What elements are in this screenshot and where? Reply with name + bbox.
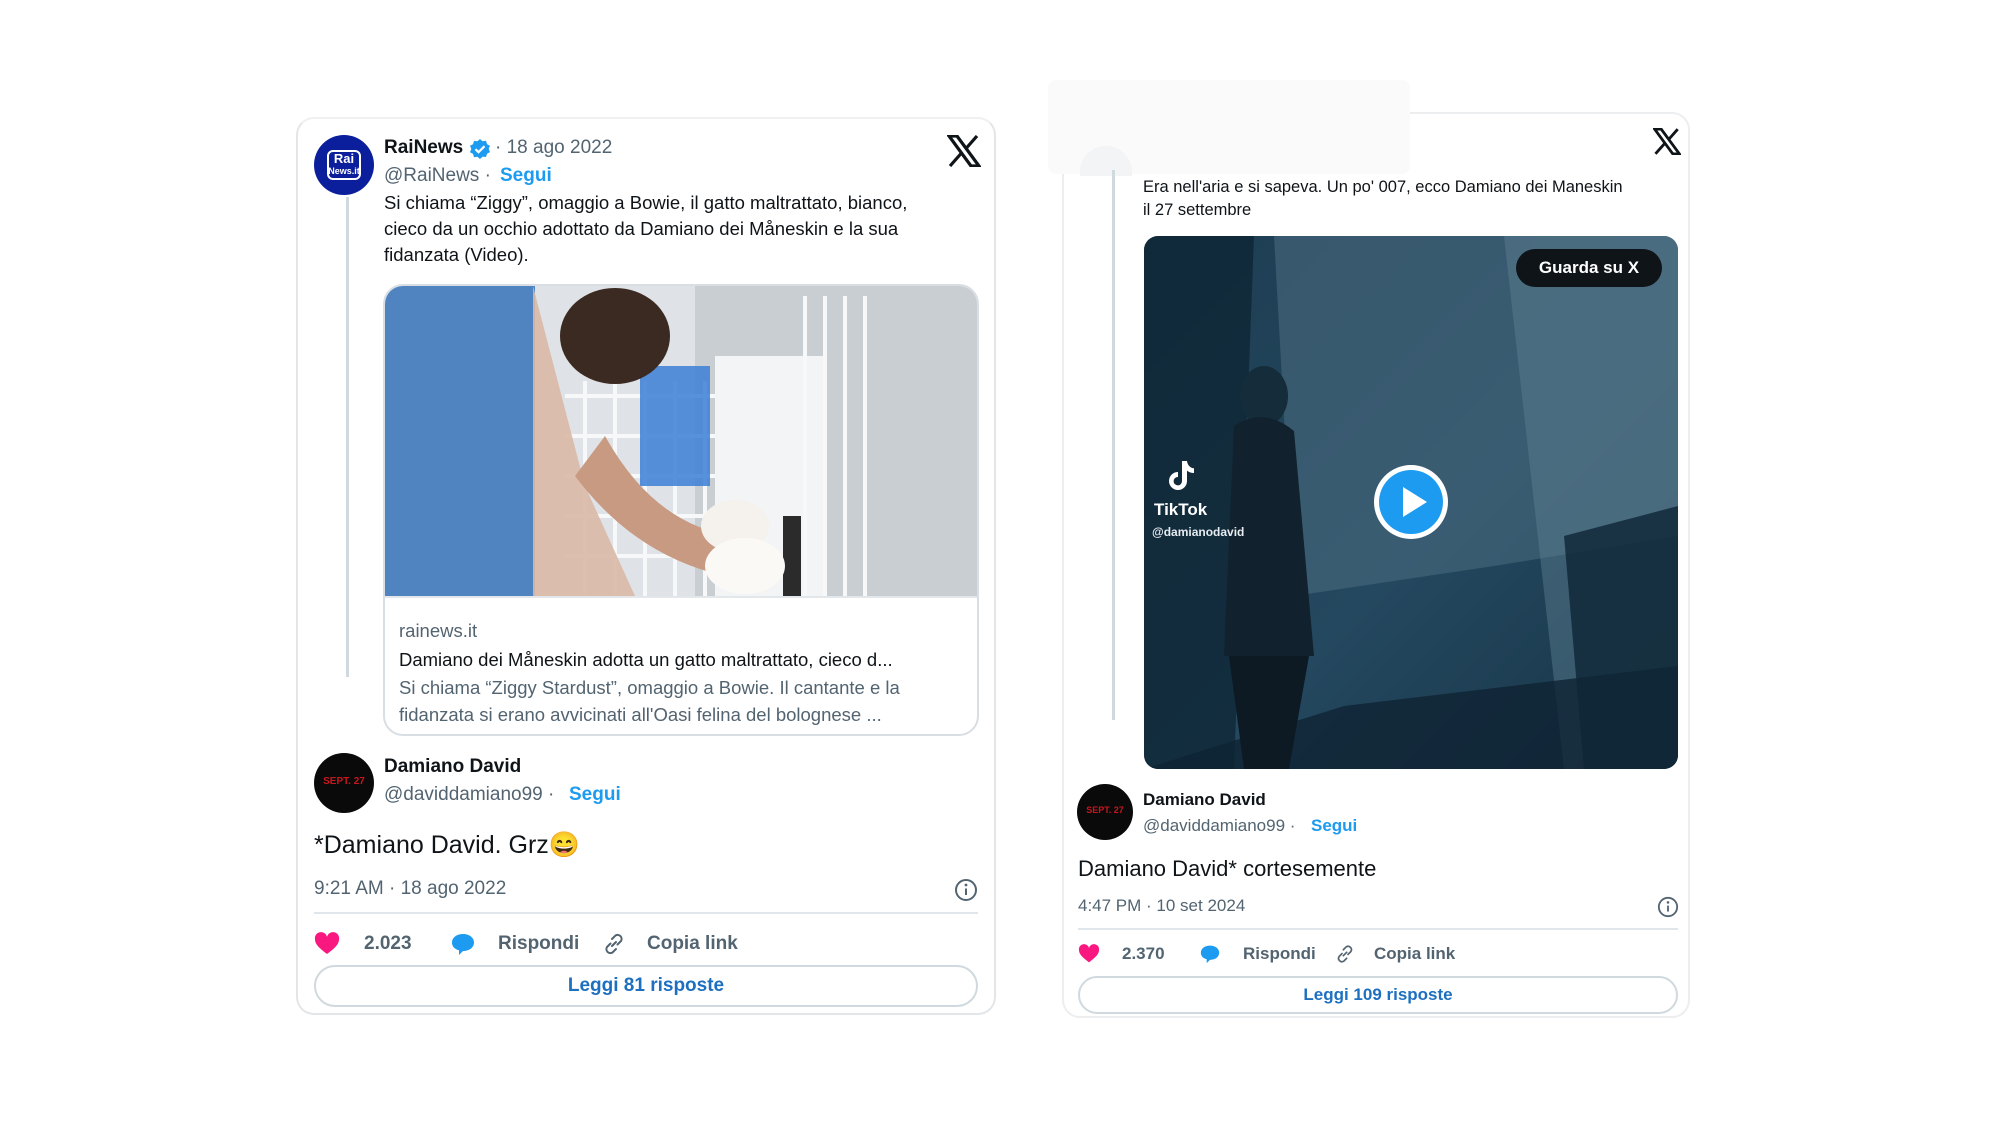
link-preview-card[interactable]: rainews.it Damiano dei Måneskin adotta u… bbox=[383, 284, 979, 736]
link-chain-icon bbox=[605, 933, 623, 955]
heart-icon bbox=[1078, 944, 1100, 963]
tiktok-handle: @damianodavid bbox=[1152, 525, 1245, 539]
quoted-text-line-2: il 27 settembre bbox=[1143, 201, 1252, 219]
author-name[interactable]: Damiano David bbox=[384, 756, 521, 778]
quoted-text-line-3: fidanzata (Video). bbox=[384, 244, 529, 265]
heart-icon bbox=[314, 932, 340, 954]
play-button-icon[interactable] bbox=[1372, 463, 1450, 541]
tweet-embed-card-1: Rai News.it RaiNews · 18 ago 2022 @RaiNe… bbox=[296, 117, 996, 1015]
reply-action[interactable]: Rispondi bbox=[1199, 940, 1316, 968]
damiano-avatar-text: SEPT. 27 bbox=[323, 776, 365, 787]
cat-adoption-photo-illustration bbox=[385, 286, 977, 596]
divider bbox=[314, 912, 978, 914]
quoted-follow-link[interactable]: Segui bbox=[500, 165, 552, 187]
info-icon[interactable] bbox=[954, 878, 978, 902]
quoted-date[interactable]: · 18 ago 2022 bbox=[495, 137, 612, 159]
reply-bubble-icon bbox=[452, 934, 474, 955]
tweet-timestamp[interactable]: 9:21 AM · 18 ago 2022 bbox=[314, 878, 506, 900]
author-handle[interactable]: @daviddamiano99 · bbox=[1143, 816, 1295, 836]
info-icon[interactable] bbox=[1657, 896, 1679, 918]
like-count: 2.370 bbox=[1122, 944, 1165, 963]
link-domain: rainews.it bbox=[399, 620, 478, 641]
reply-label: Rispondi bbox=[498, 933, 580, 954]
quoted-text-line-2: cieco da un occhio adottato da Damiano d… bbox=[384, 218, 899, 239]
link-title: Damiano dei Måneskin adotta un gatto mal… bbox=[399, 649, 893, 670]
watch-on-x-button[interactable]: Guarda su X bbox=[1516, 249, 1662, 287]
quoted-text-line-1: Era nell'aria e si sapeva. Un po' 007, e… bbox=[1143, 178, 1623, 196]
quoted-author-name[interactable]: RaiNews bbox=[384, 137, 463, 159]
tweet-text: *Damiano David. Grz😄 bbox=[314, 831, 580, 859]
link-description-line-2: fidanzata si erano avvicinati all'Oasi f… bbox=[399, 704, 882, 725]
like-action[interactable]: 2.023 bbox=[314, 929, 412, 959]
read-replies-button[interactable]: Leggi 81 risposte bbox=[314, 965, 978, 1007]
link-preview-image bbox=[385, 286, 977, 596]
reply-label: Rispondi bbox=[1243, 944, 1316, 963]
x-logo-icon[interactable] bbox=[947, 135, 981, 167]
damiano-avatar-text: SEPT. 27 bbox=[1086, 805, 1124, 815]
divider bbox=[1078, 928, 1678, 930]
copy-link-action[interactable]: Copia link bbox=[601, 929, 738, 959]
link-chain-icon bbox=[1337, 945, 1353, 963]
thread-line bbox=[1112, 170, 1115, 720]
reply-bubble-icon bbox=[1200, 945, 1220, 964]
damiano-avatar[interactable]: SEPT. 27 bbox=[1077, 784, 1133, 840]
reply-action[interactable]: Rispondi bbox=[450, 929, 579, 959]
link-description-line-1: Si chiama “Ziggy Stardust”, omaggio a Bo… bbox=[399, 677, 900, 698]
verified-badge-icon bbox=[470, 139, 490, 159]
tweet-text: Damiano David* cortesemente bbox=[1078, 856, 1377, 881]
copy-link-label: Copia link bbox=[1374, 944, 1456, 963]
tweet-timestamp[interactable]: 4:47 PM · 10 set 2024 bbox=[1078, 896, 1245, 916]
like-count: 2.023 bbox=[364, 933, 412, 954]
tweet-embed-card-2: Era nell'aria e si sapeva. Un po' 007, e… bbox=[1048, 80, 1690, 1018]
rainews-avatar[interactable]: Rai News.it bbox=[314, 135, 374, 195]
quoted-handle[interactable]: @RaiNews · bbox=[384, 165, 491, 187]
copy-link-label: Copia link bbox=[647, 933, 738, 954]
copy-link-action[interactable]: Copia link bbox=[1334, 940, 1455, 968]
like-action[interactable]: 2.370 bbox=[1078, 940, 1165, 968]
video-player[interactable]: Guarda su X TikTok @damianodavid bbox=[1144, 236, 1678, 769]
tiktok-label: TikTok bbox=[1154, 500, 1208, 519]
thread-line bbox=[346, 197, 349, 677]
author-name[interactable]: Damiano David bbox=[1143, 790, 1266, 810]
rainews-avatar-subtext: News.it bbox=[328, 166, 360, 176]
quoted-text-line-1: Si chiama “Ziggy”, omaggio a Bowie, il g… bbox=[384, 192, 908, 213]
tiktok-logo-icon bbox=[1169, 461, 1194, 490]
rainews-avatar-text: Rai bbox=[333, 151, 355, 166]
follow-link[interactable]: Segui bbox=[1311, 816, 1357, 836]
follow-link[interactable]: Segui bbox=[569, 784, 621, 806]
author-handle[interactable]: @daviddamiano99 · bbox=[384, 784, 554, 806]
read-replies-button[interactable]: Leggi 109 risposte bbox=[1078, 976, 1678, 1014]
damiano-avatar[interactable]: SEPT. 27 bbox=[314, 753, 374, 813]
x-logo-icon[interactable] bbox=[1653, 128, 1681, 155]
